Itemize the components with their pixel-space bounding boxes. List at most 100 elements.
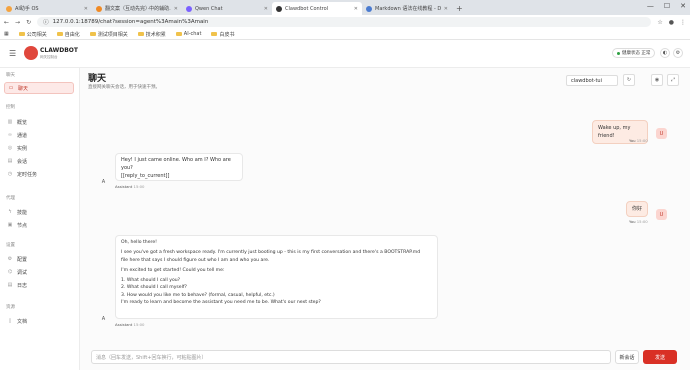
- sidebar-item-channels[interactable]: ∞ 通道: [4, 129, 74, 141]
- tab-favicon: [276, 5, 282, 12]
- reload-icon[interactable]: ↻: [26, 19, 31, 26]
- tab-title: Qwen Chat: [195, 5, 223, 12]
- message-line: 2. What should I call myself?: [121, 285, 187, 291]
- sidebar-item-label: 聊天: [18, 85, 29, 92]
- sidebar-item-sessions[interactable]: ▤ 会话: [4, 155, 74, 167]
- message-text: 你好: [632, 206, 643, 212]
- message-text: Wake up, my friend!: [598, 125, 631, 139]
- menu-icon[interactable]: ⋮: [680, 19, 686, 26]
- minimize-icon[interactable]: —: [647, 2, 654, 10]
- bookmarks-bar: ▦ 公司相关 自由化 测试项目相关 技术积累 AI-chat 白皮书: [0, 29, 690, 40]
- session-select[interactable]: clawdbot-tui: [566, 75, 618, 86]
- health-status: 健康状态 正常: [612, 48, 656, 58]
- message-input[interactable]: 消息（回车发送，Shift+回车换行，可粘贴图片）: [91, 350, 611, 364]
- sidebar-item-debug[interactable]: ⌬ 调试: [4, 266, 74, 278]
- site-info-icon[interactable]: ⓘ: [43, 18, 49, 26]
- sidebar-item-overview[interactable]: ▥ 概览: [4, 116, 74, 128]
- app-header: ☰ CLAWDBOT 网关控制台 健康状态 正常 ◐ ⚙: [0, 40, 690, 68]
- maximize-icon[interactable]: ☐: [664, 2, 670, 10]
- bookmark[interactable]: 自由化: [56, 31, 80, 38]
- sidebar-item-label: 文档: [17, 318, 28, 325]
- forward-icon[interactable]: →: [15, 19, 20, 26]
- bookmark-label: 自由化: [64, 31, 80, 38]
- message-meta: Assistant 15:00: [115, 322, 144, 327]
- browser-tab[interactable]: AI助手 OS ✕: [2, 2, 92, 15]
- settings-icon[interactable]: ⚙: [673, 48, 683, 58]
- tab-title: AI助手 OS: [15, 6, 39, 12]
- bookmark[interactable]: 技术积累: [137, 31, 166, 38]
- new-tab-icon[interactable]: +: [452, 2, 467, 15]
- message-time: 15:00: [636, 219, 648, 224]
- hamburger-icon[interactable]: ☰: [9, 49, 17, 58]
- message-time: 15:00: [133, 184, 145, 189]
- sidebar-item-docs[interactable]: ▯ 文档: [4, 315, 74, 327]
- gear-icon: ⚙: [7, 256, 13, 262]
- bookmark-label: 技术积累: [145, 31, 166, 38]
- profile-icon[interactable]: ●: [669, 19, 674, 26]
- log-icon: ▤: [7, 282, 13, 288]
- user-avatar: U: [656, 209, 667, 220]
- sidebar-item-cron[interactable]: ◷ 定时任务: [4, 168, 74, 180]
- new-session-button[interactable]: 新会话: [615, 350, 639, 364]
- sidebar-item-logs[interactable]: ▤ 日志: [4, 279, 74, 291]
- status-dot: [617, 51, 620, 55]
- bookmark[interactable]: 公司相关: [18, 31, 47, 38]
- chat-icon: ▭: [8, 85, 14, 91]
- refresh-icon[interactable]: ↻: [623, 74, 635, 86]
- theme-icon[interactable]: ◐: [660, 48, 670, 58]
- chart-icon: ▥: [7, 119, 13, 125]
- assistant-avatar: A: [101, 315, 106, 322]
- star-icon[interactable]: ☆: [657, 19, 662, 26]
- close-icon[interactable]: ✕: [354, 6, 358, 12]
- close-window-icon[interactable]: ✕: [680, 2, 686, 10]
- link-icon: ∞: [7, 132, 13, 138]
- sidebar-section-title: 设置: [6, 243, 15, 248]
- sidebar-item-chat[interactable]: ▭ 聊天: [4, 82, 74, 94]
- user-avatar: U: [656, 128, 667, 139]
- brain-icon[interactable]: ◉: [651, 74, 663, 86]
- sidebar-item-label: 调试: [17, 269, 28, 276]
- bookmark[interactable]: 测试项目相关: [89, 31, 128, 38]
- sidebar-section-title: 控制: [6, 105, 15, 110]
- apps-icon[interactable]: ▦: [4, 31, 9, 37]
- sidebar-item-label: 日志: [17, 282, 28, 289]
- message-meta: You 15:00: [629, 219, 648, 224]
- bookmark-label: 测试项目相关: [97, 31, 128, 38]
- browser-tab[interactable]: Markdown 语法在线教程 - D… ✕: [362, 2, 452, 15]
- folder-icon: [211, 32, 218, 36]
- back-icon[interactable]: ←: [4, 19, 9, 26]
- page-title: 聊天: [88, 74, 107, 84]
- sidebar-section-title: 资源: [6, 305, 15, 310]
- logo: [24, 46, 38, 60]
- send-button[interactable]: 发送: [643, 350, 677, 364]
- app: ☰ CLAWDBOT 网关控制台 健康状态 正常 ◐ ⚙ 聊天 ▭ 聊天 控制 ▥…: [0, 40, 690, 370]
- close-icon[interactable]: ✕: [84, 6, 88, 12]
- health-label: 健康状态 正常: [622, 51, 651, 56]
- browser-tab-active[interactable]: Clawdbot Control ✕: [272, 2, 362, 15]
- browser-tab[interactable]: Qwen Chat ✕: [182, 2, 272, 15]
- folder-icon: [18, 32, 25, 36]
- window-controls: — ☐ ✕: [647, 2, 686, 10]
- sidebar-item-config[interactable]: ⚙ 配置: [4, 253, 74, 265]
- browser-tab[interactable]: 翻文案（互动先完）·中的辅助… ✕: [92, 2, 182, 15]
- close-icon[interactable]: ✕: [264, 6, 268, 12]
- message-line: file here that says I should figure out …: [121, 257, 270, 263]
- bookmark[interactable]: AI-chat: [175, 31, 201, 37]
- sidebar-item-label: 概览: [17, 119, 28, 126]
- close-icon[interactable]: ✕: [174, 6, 178, 12]
- sidebar-item-skills[interactable]: ϟ 技能: [4, 206, 74, 218]
- bookmark-label: 公司相关: [26, 31, 47, 38]
- tab-favicon: [366, 5, 372, 12]
- folder-icon: [137, 32, 144, 36]
- bookmark[interactable]: 白皮书: [211, 31, 234, 38]
- focus-icon[interactable]: ⤢: [667, 74, 679, 86]
- message-line: Hey! I just came online. Who am I? Who a…: [121, 157, 231, 171]
- sidebar-item-instances[interactable]: ◎ 实例: [4, 142, 74, 154]
- tab-favicon: [6, 5, 12, 12]
- message-sender: You: [629, 219, 636, 224]
- url-field[interactable]: ⓘ 127.0.0.1:18789/chat?session=agent%3Ama…: [37, 17, 652, 27]
- close-icon[interactable]: ✕: [444, 6, 448, 12]
- browser-tab-bar: AI助手 OS ✕ 翻文案（互动先完）·中的辅助… ✕ Qwen Chat ✕ Cla…: [0, 0, 690, 15]
- sidebar-item-nodes[interactable]: ▣ 节点: [4, 219, 74, 231]
- radio-icon: ◎: [7, 145, 13, 151]
